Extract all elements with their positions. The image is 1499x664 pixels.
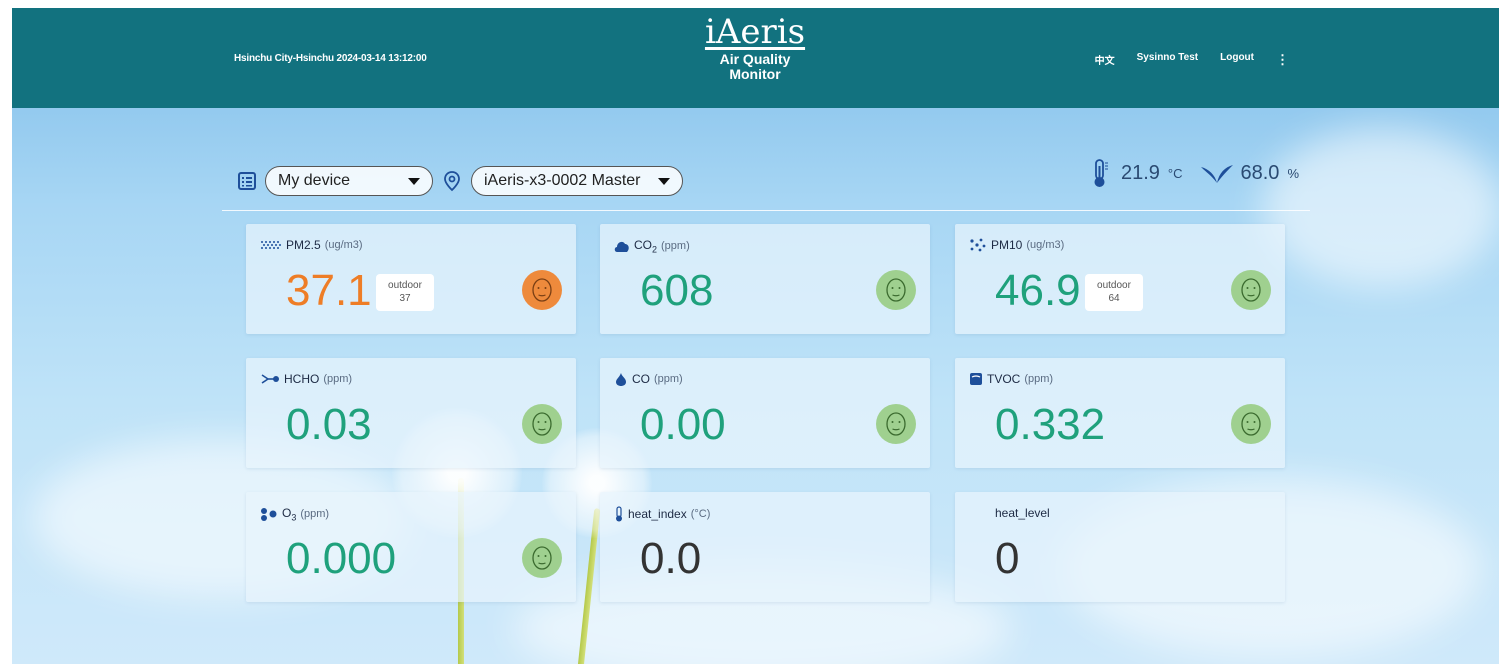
card-unit: (°C) [690,508,711,520]
face-status-icon [522,270,562,310]
card-pm10[interactable]: PM10 (ug/m3) 46.9 outdoor 64 [955,224,1285,334]
face-status-icon [876,404,916,444]
outdoor-label: outdoor [1097,280,1131,291]
card-heat-index[interactable]: heat_index (°C) 0.0 [600,492,930,602]
card-hcho[interactable]: HCHO (ppm) 0.03 [246,358,576,468]
card-unit: (ppm) [300,508,330,521]
co2-value: 608 [640,266,714,315]
chevron-down-icon [658,177,670,185]
outdoor-badge: outdoor 64 [1085,274,1143,311]
chevron-down-icon [408,177,420,185]
outdoor-value: 37 [399,293,411,304]
heat-level-value: 0 [995,534,1020,583]
card-o3[interactable]: O3 (ppm) 0.000 [246,492,576,602]
device-select[interactable]: iAeris-x3-0002 Master [471,166,683,196]
card-label: heat_level [995,506,1050,520]
user-name[interactable]: Sysinno Test [1137,52,1199,68]
flame-icon [616,373,626,386]
language-switch[interactable]: 中文 [1095,52,1115,68]
app-frame: Hsinchu City-Hsinchu 2024-03-14 13:12:00… [12,8,1499,664]
card-label: heat_index [628,507,687,521]
pm25-value: 37.1 [286,266,372,315]
device-select-value: iAeris-x3-0002 Master [484,172,641,189]
pm10-dots-icon [970,238,986,252]
location-time: Hsinchu City-Hsinchu 2024-03-14 13:12:00 [234,53,427,64]
card-pm25[interactable]: PM2.5 (ug/m3) 37.1 outdoor 37 [246,224,576,334]
device-controls: My device iAeris-x3-0002 Master [237,166,683,196]
outdoor-value: 64 [1108,293,1120,304]
app-logo[interactable]: iAeris Air Quality Monitor [690,14,820,82]
card-label: PM2.5 [286,238,321,252]
card-label: HCHO [284,372,320,386]
humidity-unit: % [1287,165,1299,181]
outdoor-badge: outdoor 37 [376,274,434,311]
card-heat-level[interactable]: heat_level 0 [955,492,1285,602]
humidity-sprout-icon [1200,165,1233,183]
card-unit: (ug/m3) [324,239,363,251]
logo-subtitle-2: Monitor [729,66,781,82]
co2-cloud-icon [614,242,629,253]
temperature-unit: °C [1167,165,1183,181]
location-pin-icon [444,171,460,192]
face-status-icon [876,270,916,310]
tvoc-container-icon [970,373,982,385]
bg-cloud [1262,128,1499,288]
face-status-icon [522,404,562,444]
card-label: O3 [282,506,297,523]
co-value: 0.00 [640,400,726,449]
card-unit: (ppm) [323,373,353,385]
card-label: CO2 [634,238,658,255]
more-menu-icon[interactable]: ⋮ [1276,52,1289,68]
o3-value: 0.000 [286,534,397,583]
o3-molecule-icon [261,508,277,522]
device-group-value: My device [278,172,351,189]
divider [222,210,1310,211]
logo-subtitle-1: Air Quality [719,51,791,67]
outdoor-label: outdoor [388,280,422,291]
pm10-value: 46.9 [995,266,1081,315]
card-label: PM10 [991,238,1023,252]
card-co[interactable]: CO (ppm) 0.00 [600,358,930,468]
face-status-icon [522,538,562,578]
card-unit: (ug/m3) [1026,239,1065,251]
card-unit: (ppm) [1024,373,1054,385]
card-tvoc[interactable]: TVOC (ppm) 0.332 [955,358,1285,468]
header-nav: 中文 Sysinno Test Logout ⋮ [1095,52,1289,68]
pm25-dots-icon [261,241,281,249]
top-header: Hsinchu City-Hsinchu 2024-03-14 13:12:00… [12,8,1499,108]
device-list-icon[interactable] [237,171,257,191]
logout-link[interactable]: Logout [1220,52,1254,68]
card-co2[interactable]: CO2 (ppm) 608 [600,224,930,334]
face-status-icon [1231,404,1271,444]
thermometer-icon [616,506,622,522]
hcho-molecule-icon [261,374,279,384]
humidity-value: 68.0 [1240,161,1280,184]
card-unit: (ppm) [661,240,690,253]
hcho-value: 0.03 [286,400,372,449]
device-group-select[interactable]: My device [265,166,433,196]
face-status-icon [1231,270,1271,310]
temperature-value: 21.9 [1120,161,1160,184]
card-unit: (ppm) [654,373,683,385]
heat-index-value: 0.0 [640,534,702,583]
thermometer-icon [1094,159,1108,187]
tvoc-value: 0.332 [995,400,1106,449]
card-label: CO [632,372,650,386]
logo-text: iAeris [704,12,806,52]
card-label: TVOC [987,372,1021,386]
environment-readout: 21.9 °C 68.0 % [1091,158,1299,188]
